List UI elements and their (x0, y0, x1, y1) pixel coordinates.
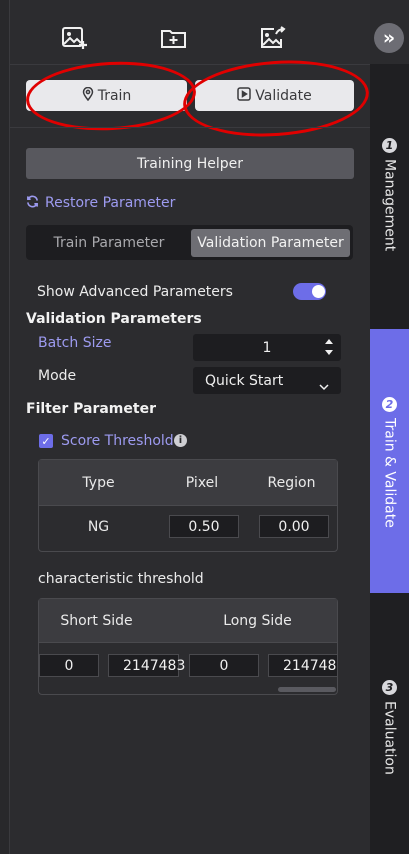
short-side-min-input[interactable]: 0 (39, 654, 99, 677)
column-header-type: Type (82, 474, 115, 491)
characteristic-row: 0 2147483 0 2147483 (39, 648, 337, 682)
advanced-parameters-label: Show Advanced Parameters (37, 284, 233, 300)
column-header-long-side: Long Side (223, 612, 292, 629)
validation-parameters-heading: Validation Parameters (26, 311, 202, 327)
training-helper-button[interactable]: Training Helper (26, 148, 354, 179)
collapse-panel-icon[interactable]: » (374, 23, 404, 53)
row-type-cell: NG (87, 519, 110, 535)
chevron-down-icon (319, 376, 329, 395)
short-side-max-input[interactable]: 2147483 (108, 654, 185, 677)
batch-size-stepper[interactable]: 1 (193, 334, 341, 361)
score-threshold-checkbox[interactable]: ✓ (39, 434, 53, 448)
long-side-min-input[interactable]: 0 (189, 654, 259, 677)
mode-label: Mode (38, 368, 77, 384)
batch-size-label: Batch Size (38, 335, 112, 351)
restore-parameter-link[interactable]: Restore Parameter (26, 193, 175, 213)
filter-parameter-heading: Filter Parameter (26, 401, 156, 417)
step-evaluation[interactable]: 3 Evaluation (370, 680, 409, 790)
long-side-max-input[interactable]: 2147483 (268, 654, 337, 677)
column-header-short-side: Short Side (60, 612, 133, 629)
add-folder-icon[interactable] (159, 24, 189, 52)
tab-train-parameter[interactable]: Train Parameter (30, 229, 188, 257)
batch-size-value: 1 (262, 339, 272, 356)
refresh-icon (26, 195, 39, 212)
step-management[interactable]: 1 Management (370, 138, 409, 268)
column-header-region: Region (267, 474, 316, 491)
score-threshold-label: Score Threshold (61, 433, 174, 449)
add-image-icon[interactable] (60, 24, 90, 52)
step-management-label: Management (381, 159, 398, 252)
restore-parameter-label: Restore Parameter (45, 195, 176, 211)
stepper-arrows-icon[interactable] (323, 336, 335, 362)
characteristic-threshold-heading: characteristic threshold (38, 571, 204, 587)
mode-value: Quick Start (205, 372, 284, 389)
step-train-validate[interactable]: 2 Train & Validate (370, 397, 409, 547)
pixel-threshold-input[interactable]: 0.50 (169, 515, 239, 538)
tab-validation-parameter[interactable]: Validation Parameter (191, 229, 350, 257)
left-edge-panel (0, 0, 10, 854)
horizontal-scrollbar[interactable] (278, 687, 336, 692)
step-number-1: 1 (382, 138, 397, 153)
step-train-validate-label: Train & Validate (381, 418, 398, 528)
section-divider (10, 127, 370, 128)
region-threshold-input[interactable]: 0.00 (259, 515, 329, 538)
export-image-icon[interactable] (258, 24, 288, 52)
step-number-3: 3 (382, 680, 397, 695)
step-number-2: 2 (382, 397, 397, 412)
step-evaluation-label: Evaluation (381, 701, 398, 775)
column-header-pixel: Pixel (185, 474, 219, 491)
info-icon[interactable]: i (174, 434, 187, 447)
toggle-knob (312, 285, 325, 298)
table-row-divider (39, 642, 337, 643)
